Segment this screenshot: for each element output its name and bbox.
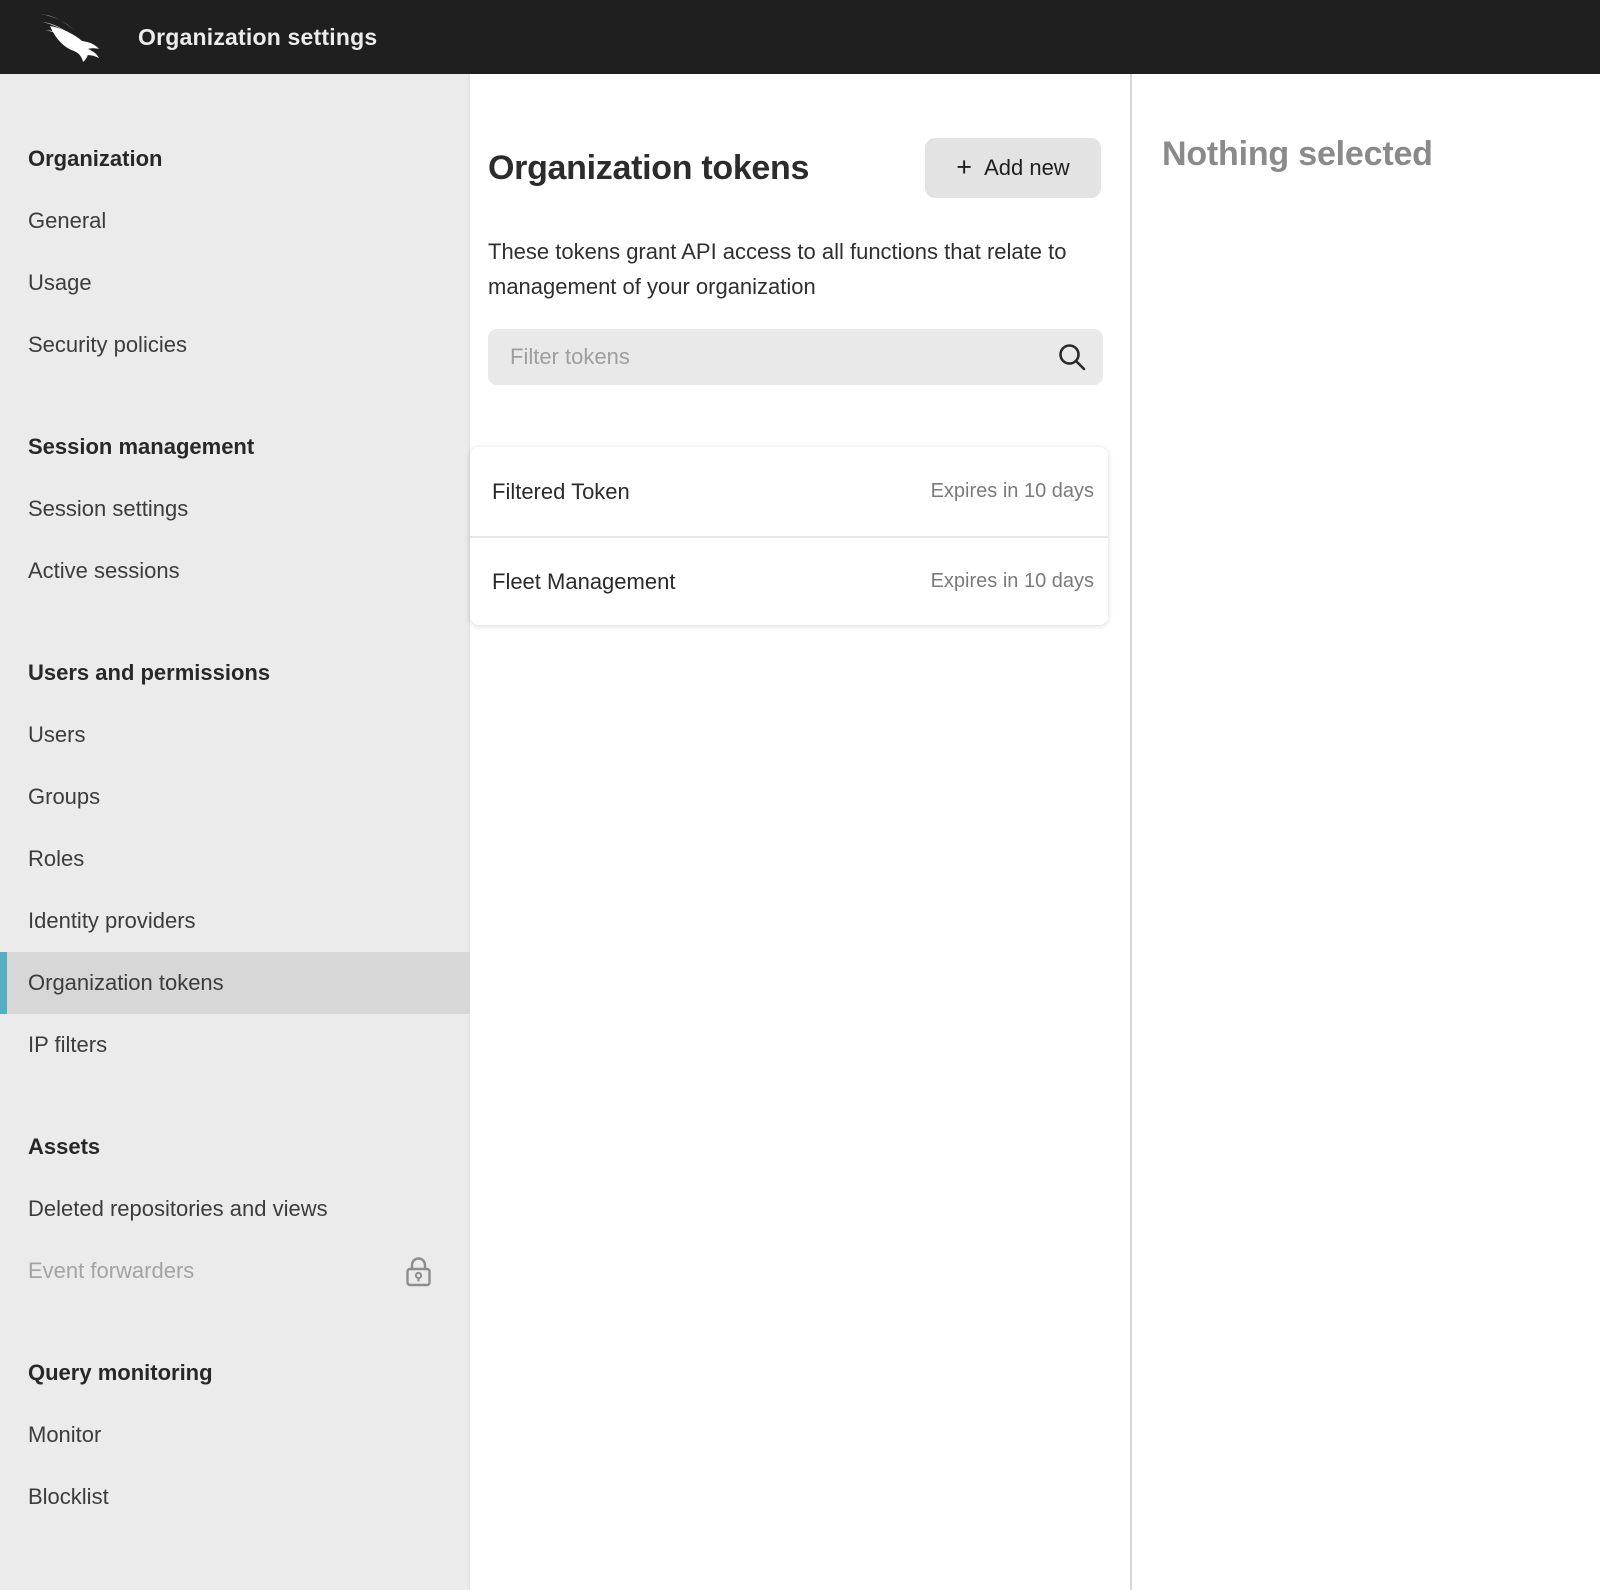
sidebar-item-usage[interactable]: Usage [0,252,470,314]
sidebar-item-ip-filters[interactable]: IP filters [0,1014,470,1076]
organization-tokens-panel: Organization tokens + Add new These toke… [470,74,1132,1590]
sidebar-item-active-sessions[interactable]: Active sessions [0,540,470,602]
token-name: Filtered Token [492,479,630,505]
sidebar-section-users-and-permissions: Users and permissions [0,642,470,704]
settings-sidebar: Organization General Usage Security poli… [0,74,470,1590]
sidebar-item-roles[interactable]: Roles [0,828,470,890]
page-title: Organization tokens [488,149,809,188]
sidebar-item-groups[interactable]: Groups [0,766,470,828]
sidebar-section-assets: Assets [0,1116,470,1178]
sidebar-item-organization-tokens[interactable]: Organization tokens [0,952,470,1014]
sidebar-item-general[interactable]: General [0,190,470,252]
sidebar-section-organization: Organization [0,128,470,190]
sidebar-item-users[interactable]: Users [0,704,470,766]
token-row-fleet-management[interactable]: Fleet Management Expires in 10 days [470,536,1108,625]
panel-header: Organization tokens + Add new These toke… [470,74,1130,385]
top-bar: Organization settings [0,0,1600,74]
empty-state-message: Nothing selected [1162,135,1600,174]
sidebar-item-label: Event forwarders [28,1258,194,1284]
sidebar-section-session-management: Session management [0,416,470,478]
token-name: Fleet Management [492,569,675,595]
token-list: Filtered Token Expires in 10 days Fleet … [470,447,1108,625]
token-detail-panel: Nothing selected [1132,74,1600,1590]
filter-tokens-field [488,329,1103,385]
sidebar-item-security-policies[interactable]: Security policies [0,314,470,376]
crowdstrike-falcon-logo [38,12,102,62]
token-row-filtered-token[interactable]: Filtered Token Expires in 10 days [470,447,1108,536]
sidebar-item-deleted-repositories-and-views[interactable]: Deleted repositories and views [0,1178,470,1240]
sidebar-item-session-settings[interactable]: Session settings [0,478,470,540]
filter-tokens-input[interactable] [488,329,1103,385]
sidebar-section-query-monitoring: Query monitoring [0,1342,470,1404]
sidebar-item-blocklist[interactable]: Blocklist [0,1466,470,1528]
plus-icon: + [956,154,972,181]
sidebar-item-event-forwarders: Event forwarders [0,1240,470,1302]
add-new-button-label: Add new [984,155,1070,181]
sidebar-item-identity-providers[interactable]: Identity providers [0,890,470,952]
lock-icon [405,1256,432,1287]
app-title: Organization settings [138,24,377,51]
token-expiry: Expires in 10 days [931,570,1094,593]
token-expiry: Expires in 10 days [931,480,1094,503]
add-new-button[interactable]: + Add new [925,138,1101,198]
panel-description: These tokens grant API access to all fun… [488,234,1080,304]
sidebar-item-monitor[interactable]: Monitor [0,1404,470,1466]
